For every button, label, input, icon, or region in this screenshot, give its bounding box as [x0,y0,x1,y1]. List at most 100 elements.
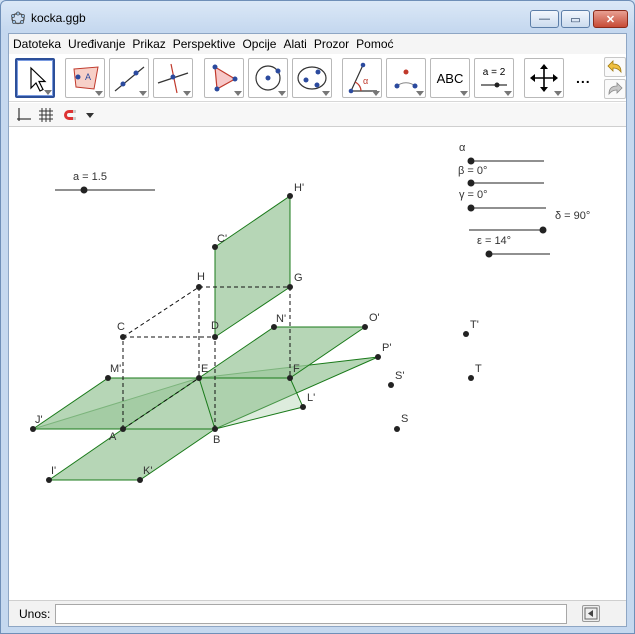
input-field[interactable] [55,604,567,624]
point-C[interactable] [120,334,126,340]
minimize-icon: — [539,13,550,25]
chevron-down-icon[interactable] [81,106,99,124]
slider-label: a = 1.5 [73,171,107,183]
dropdown-triangle-icon[interactable] [416,91,424,96]
axes-toggle-icon[interactable] [15,106,33,124]
slider-tool-button[interactable]: a = 2 [474,58,514,98]
circle-center-point-tool-button[interactable] [248,58,288,98]
dropdown-triangle-icon[interactable] [95,91,103,96]
point-T[interactable] [468,375,474,381]
point-label: S' [395,370,404,382]
dropdown-triangle-icon[interactable] [372,91,380,96]
menu-datoteka[interactable]: Datoteka [13,37,61,51]
geometry-drawing[interactable]: a = 1.5 α β = 0° γ = 0° δ = 90° ε = 14° H' C' H… [9,128,626,598]
dropdown-triangle-icon[interactable] [183,91,191,96]
undo-icon [607,60,622,74]
point-A[interactable] [120,426,126,432]
point-D[interactable] [212,334,218,340]
menu-opcije[interactable]: Opcije [242,37,276,51]
point-label: B [213,434,220,446]
menu-prozor[interactable]: Prozor [314,37,349,51]
slider-handle[interactable] [467,157,475,165]
toolbar: A α ABC a = 2 ... [9,54,626,102]
minimize-button[interactable]: — [530,10,559,28]
move-tool-button[interactable] [15,58,55,98]
sliders-layer[interactable]: a = 1.5 α β = 0° γ = 0° δ = 90° ε = 14° [55,142,590,258]
dropdown-triangle-icon[interactable] [460,91,468,96]
menu-perspektive[interactable]: Perspektive [173,37,236,51]
menu-prikaz[interactable]: Prikaz [132,37,165,51]
point-label: D [211,320,219,332]
app-window: kocka.ggb — ▭ ✕ Datoteka Uređivanje Prik… [0,0,635,634]
point-P-prime[interactable] [375,354,381,360]
polygon-point-tool-button[interactable]: A [65,58,105,98]
angle-tool-button[interactable]: α [342,58,382,98]
line-tool-button[interactable] [109,58,149,98]
slider-label: γ = 0° [459,189,488,201]
point-S-prime[interactable] [388,382,394,388]
point-M-prime[interactable] [105,375,111,381]
green-planes [31,195,379,481]
input-help-button[interactable] [582,605,600,622]
point-L-prime[interactable] [300,404,306,410]
magnet-icon[interactable] [61,106,79,124]
point-label: E [201,363,208,375]
slider-handle[interactable] [467,179,475,187]
point-label: J' [35,414,43,426]
close-icon: ✕ [605,13,616,26]
point-F[interactable] [287,375,293,381]
menu-bar: Datoteka Uređivanje Prikaz Perspektive O… [9,34,626,54]
point-H[interactable] [196,284,202,290]
point-label: G [294,272,303,284]
point-label: K' [143,465,152,477]
point-O-prime[interactable] [362,324,368,330]
geogebra-icon [11,11,25,25]
slider-handle[interactable] [485,250,493,258]
perpendicular-line-tool-button[interactable] [153,58,193,98]
point-T-prime[interactable] [463,331,469,337]
point-B[interactable] [212,426,218,432]
point-J-prime[interactable] [30,426,36,432]
text-tool-button[interactable]: ABC [430,58,470,98]
dropdown-triangle-icon[interactable] [139,91,147,96]
slider-label: δ = 90° [555,210,590,222]
more-tools-button[interactable]: ... [576,70,591,86]
graphics-view[interactable]: a = 1.5 α β = 0° γ = 0° δ = 90° ε = 14° H' C' H… [9,128,626,598]
point-S[interactable] [394,426,400,432]
slider-handle[interactable] [467,204,475,212]
polygon-tool-button[interactable] [204,58,244,98]
dropdown-triangle-icon[interactable] [504,91,512,96]
dropdown-triangle-icon[interactable] [44,90,52,95]
maximize-button[interactable]: ▭ [561,10,590,28]
redo-button[interactable] [604,79,626,99]
menu-alati[interactable]: Alati [283,37,306,51]
text-tool-label: ABC [436,71,464,86]
point-H-prime[interactable] [287,193,293,199]
reflect-tool-button[interactable] [386,58,426,98]
conic-tool-button[interactable] [292,58,332,98]
slider-handle[interactable] [539,226,547,234]
point-K-prime[interactable] [137,477,143,483]
menu-uredivanje[interactable]: Uređivanje [68,37,125,51]
point-label: A [109,431,117,443]
move-graphics-view-tool-button[interactable] [524,58,564,98]
menu-pomoc[interactable]: Pomoć [356,37,393,51]
close-button[interactable]: ✕ [593,10,628,28]
dropdown-triangle-icon[interactable] [322,91,330,96]
dropdown-triangle-icon[interactable] [278,91,286,96]
point-label: C' [217,233,227,245]
point-G[interactable] [287,284,293,290]
title-bar[interactable]: kocka.ggb — ▭ ✕ [1,1,634,33]
point-label: P' [382,342,391,354]
app-client: Datoteka Uređivanje Prikaz Perspektive O… [8,33,627,627]
grid-toggle-icon[interactable] [37,106,55,124]
dropdown-triangle-icon[interactable] [234,91,242,96]
input-label: Unos: [19,607,51,621]
slider-handle[interactable] [80,186,88,194]
undo-button[interactable] [604,57,626,77]
point-I-prime[interactable] [46,477,52,483]
point-E[interactable] [196,375,202,381]
dropdown-triangle-icon[interactable] [554,91,562,96]
point-label: F [293,363,300,375]
point-label: H' [294,182,304,194]
